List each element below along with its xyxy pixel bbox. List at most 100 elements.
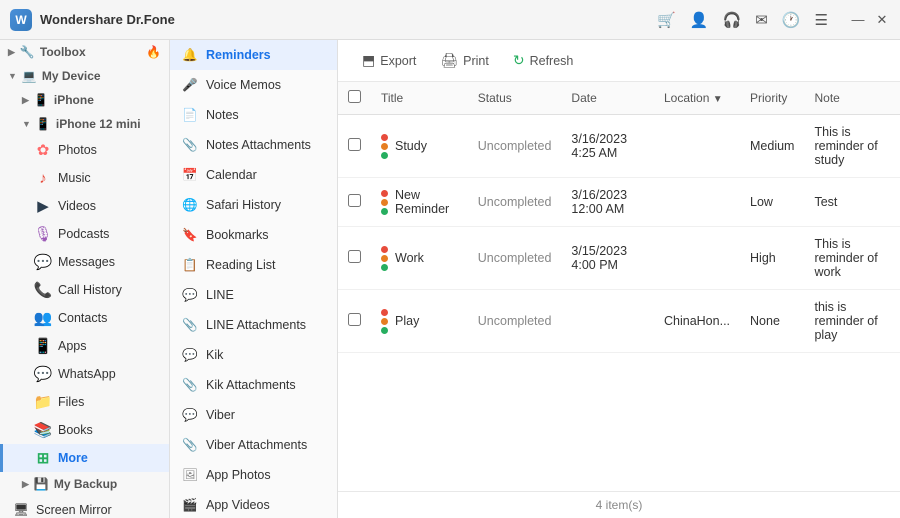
row-checkbox-2[interactable] [348, 250, 361, 263]
row-title: Study [395, 139, 427, 153]
refresh-label: Refresh [530, 54, 574, 68]
row-priority: None [740, 290, 804, 353]
sidebar-item-my-device[interactable]: ▼ 💻 My Device [0, 64, 169, 88]
toolbox-badge: 🔥 [146, 45, 161, 59]
sidebar-item-books[interactable]: 📚 Books [0, 416, 169, 444]
mid-item-viberattachments[interactable]: 📎 Viber Attachments [170, 430, 337, 460]
item-count: 4 item(s) [596, 498, 643, 512]
col-header-status: Status [468, 82, 562, 115]
print-button[interactable]: 🖨 Print [430, 48, 498, 73]
contacts-label: Contacts [58, 311, 107, 325]
sidebar-item-podcasts[interactable]: 🎙 Podcasts [0, 220, 169, 248]
table-row: Play Uncompleted ChinaHon... None this i… [338, 290, 900, 353]
col-header-note: Note [804, 82, 900, 115]
viberattachments-label: Viber Attachments [206, 438, 307, 452]
appphotos-icon: 🖼 [182, 467, 198, 483]
user-icon[interactable]: 👤 [690, 11, 709, 29]
sidebar-item-callhistory[interactable]: 📞 Call History [0, 276, 169, 304]
messages-label: Messages [58, 255, 115, 269]
iphone-chevron: ▶ [22, 95, 29, 106]
mid-item-safarihistory[interactable]: 🌐 Safari History [170, 190, 337, 220]
lineattachments-icon: 📎 [182, 317, 198, 333]
row-checkbox-1[interactable] [348, 194, 361, 207]
more-icon: ⊞ [35, 450, 51, 466]
music-label: Music [58, 171, 91, 185]
reminders-table: Title Status Date Location ▼ Priority No… [338, 82, 900, 353]
reminder-dots [381, 134, 388, 159]
export-button[interactable]: ⬒ Export [352, 48, 426, 73]
voicememos-icon: 🎤 [182, 77, 198, 93]
sidebar-item-videos[interactable]: ▶ Videos [0, 192, 169, 220]
table-header-row: Title Status Date Location ▼ Priority No… [338, 82, 900, 115]
cart-icon[interactable]: 🛒 [657, 11, 676, 29]
close-button[interactable]: ✕ [874, 12, 890, 28]
mid-item-line[interactable]: 💬 LINE [170, 280, 337, 310]
notesattachments-icon: 📎 [182, 137, 198, 153]
refresh-button[interactable]: ↻ Refresh [503, 48, 584, 73]
notes-icon: 📄 [182, 107, 198, 123]
sidebar-item-iphone[interactable]: ▶ 📱 iPhone [0, 88, 169, 112]
sidebar-item-toolbox[interactable]: ▶ 🔧 Toolbox 🔥 [0, 40, 169, 64]
mybackup-icon: 💾 [34, 477, 49, 491]
iphone12mini-icon: 📱 [36, 117, 51, 131]
row-note: This is reminder of work [804, 227, 900, 290]
history-icon[interactable]: 🕐 [782, 11, 801, 29]
kik-label: Kik [206, 348, 223, 362]
sidebar-item-iphone12mini[interactable]: ▼ 📱 iPhone 12 mini [0, 112, 169, 136]
appvideos-label: App Videos [206, 498, 270, 512]
sidebar-item-photos[interactable]: ✿ Photos [0, 136, 169, 164]
iphone12mini-label: iPhone 12 mini [56, 117, 141, 131]
location-sort-icon[interactable]: ▼ [713, 94, 723, 105]
minimize-button[interactable]: — [850, 12, 866, 28]
sidebar-item-screenmirror[interactable]: 🖥 Screen Mirror [0, 496, 169, 518]
mid-item-voicememos[interactable]: 🎤 Voice Memos [170, 70, 337, 100]
reminder-dots [381, 246, 388, 271]
sidebar-item-music[interactable]: ♪ Music [0, 164, 169, 192]
menu-icon[interactable]: ☰ [815, 11, 828, 29]
data-table-area: Title Status Date Location ▼ Priority No… [338, 82, 900, 491]
my-device-chevron: ▼ [8, 71, 17, 81]
sidebar-item-contacts[interactable]: 👥 Contacts [0, 304, 169, 332]
mid-item-appvideos[interactable]: 🎬 App Videos [170, 490, 337, 518]
toolbox-chevron: ▶ [8, 47, 15, 58]
books-label: Books [58, 423, 93, 437]
mail-icon[interactable]: ✉ [755, 11, 768, 29]
row-checkbox-cell [338, 290, 371, 353]
mid-item-reminders[interactable]: 🔔 Reminders [170, 40, 337, 70]
row-checkbox-cell [338, 115, 371, 178]
mid-item-notes[interactable]: 📄 Notes [170, 100, 337, 130]
mid-item-lineattachments[interactable]: 📎 LINE Attachments [170, 310, 337, 340]
select-all-checkbox[interactable] [348, 90, 361, 103]
mybackup-label: My Backup [54, 477, 117, 491]
mid-item-appphotos[interactable]: 🖼 App Photos [170, 460, 337, 490]
mid-item-kikattachments[interactable]: 📎 Kik Attachments [170, 370, 337, 400]
headset-icon[interactable]: 🎧 [723, 11, 742, 29]
photos-icon: ✿ [35, 142, 51, 158]
callhistory-icon: 📞 [35, 282, 51, 298]
sidebar-item-whatsapp[interactable]: 💬 WhatsApp [0, 360, 169, 388]
mid-item-calendar[interactable]: 📅 Calendar [170, 160, 337, 190]
sidebar-item-more[interactable]: ⊞ More [0, 444, 169, 472]
files-icon: 📁 [35, 394, 51, 410]
apps-icon: 📱 [35, 338, 51, 354]
sidebar-item-files[interactable]: 📁 Files [0, 388, 169, 416]
table-footer: 4 item(s) [338, 491, 900, 518]
mid-item-readinglist[interactable]: 📋 Reading List [170, 250, 337, 280]
mid-item-notesattachments[interactable]: 📎 Notes Attachments [170, 130, 337, 160]
window-controls: — ✕ [850, 12, 890, 28]
col-header-date: Date [561, 82, 654, 115]
row-status: Uncompleted [468, 178, 562, 227]
sidebar-item-mybackup[interactable]: ▶ 💾 My Backup [0, 472, 169, 496]
row-checkbox-3[interactable] [348, 313, 361, 326]
voicememos-label: Voice Memos [206, 78, 281, 92]
mid-item-bookmarks[interactable]: 🔖 Bookmarks [170, 220, 337, 250]
title-bar-actions: 🛒 👤 🎧 ✉ 🕐 ☰ — ✕ [657, 11, 890, 29]
mid-item-viber[interactable]: 💬 Viber [170, 400, 337, 430]
mid-item-kik[interactable]: 💬 Kik [170, 340, 337, 370]
sidebar-item-apps[interactable]: 📱 Apps [0, 332, 169, 360]
sidebar-item-messages[interactable]: 💬 Messages [0, 248, 169, 276]
readinglist-label: Reading List [206, 258, 276, 272]
row-checkbox-0[interactable] [348, 138, 361, 151]
screenmirror-icon: 🖥 [13, 502, 29, 518]
table-row: Work Uncompleted 3/15/2023 4:00 PM High … [338, 227, 900, 290]
